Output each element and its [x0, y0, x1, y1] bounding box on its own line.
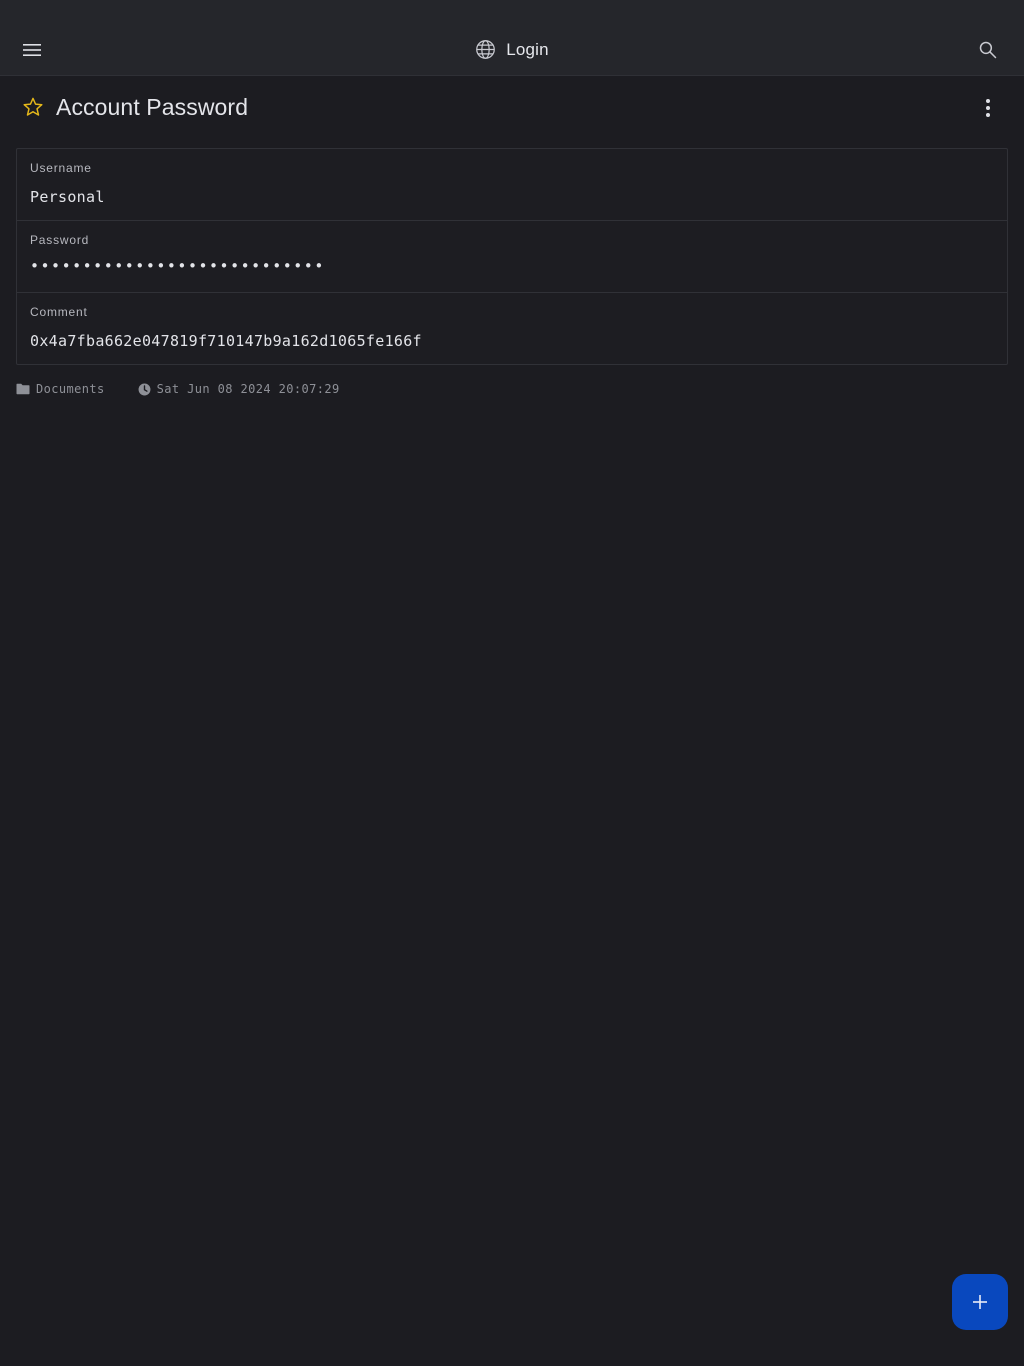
- field-value: 0x4a7fba662e047819f710147b9a162d1065fe16…: [30, 332, 422, 350]
- item-fields: Username Personal Password •••••••••••••…: [16, 148, 1008, 365]
- item-header: Account Password: [0, 76, 1024, 140]
- folder-info: Documents: [16, 382, 105, 396]
- folder-name: Documents: [36, 382, 105, 396]
- item-metadata: Documents Sat Jun 08 2024 20:07:29: [16, 380, 340, 398]
- more-options-button[interactable]: [976, 94, 1000, 122]
- add-item-button[interactable]: [952, 1274, 1008, 1330]
- modified-info: Sat Jun 08 2024 20:07:29: [138, 382, 340, 396]
- search-icon: [978, 40, 998, 60]
- field-label: Comment: [30, 305, 88, 319]
- app-bar-title: Login: [0, 24, 1024, 75]
- field-value: Personal: [30, 188, 105, 206]
- plus-icon: [972, 1294, 988, 1310]
- clock-icon: [138, 383, 151, 396]
- star-outline-icon: [22, 96, 44, 118]
- modified-timestamp: Sat Jun 08 2024 20:07:29: [156, 382, 340, 396]
- hamburger-menu-icon: [22, 42, 42, 58]
- field-label: Password: [30, 233, 90, 247]
- password-field[interactable]: Password ••••••••••••••••••••••••••••: [17, 221, 1007, 293]
- field-label: Username: [30, 161, 92, 175]
- menu-button[interactable]: [14, 32, 50, 68]
- search-button[interactable]: [970, 32, 1006, 68]
- item-title: Account Password: [56, 94, 249, 120]
- field-value-masked: ••••••••••••••••••••••••••••: [30, 257, 325, 275]
- comment-field[interactable]: Comment 0x4a7fba662e047819f710147b9a162d…: [17, 293, 1007, 364]
- status-bar: [0, 0, 1024, 24]
- favorite-button[interactable]: [18, 92, 48, 122]
- app-bar-title-text: Login: [506, 39, 549, 59]
- more-vertical-icon: [985, 98, 991, 118]
- folder-icon: [16, 383, 30, 395]
- globe-icon: [475, 39, 496, 60]
- top-app-bar: Login: [0, 24, 1024, 76]
- username-field[interactable]: Username Personal: [17, 149, 1007, 221]
